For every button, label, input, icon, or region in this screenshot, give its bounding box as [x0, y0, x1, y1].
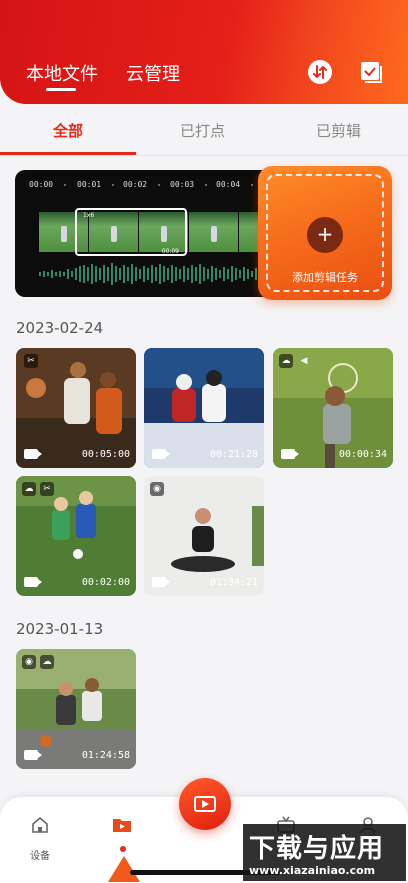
- app-header: 本地文件 云管理: [0, 0, 408, 104]
- filter-edited[interactable]: 已剪辑: [316, 120, 361, 141]
- record-dot-icon: ◉: [150, 482, 164, 496]
- active-tab-indicator: [46, 88, 76, 91]
- video-thumbnail[interactable]: ✂ 00:05:00: [16, 348, 136, 468]
- video-thumbnail[interactable]: ☁ ✂ 00:02:00: [16, 476, 136, 596]
- record-dot-icon: ◉: [22, 655, 36, 669]
- tab-local-files[interactable]: 本地文件: [26, 60, 98, 86]
- video-duration: 00:21:28: [209, 449, 258, 460]
- video-camera-icon: [281, 449, 299, 459]
- nav-device-label: 设备: [30, 851, 50, 862]
- section-date: 2023-02-24: [16, 319, 104, 337]
- sort-icon[interactable]: [308, 60, 332, 84]
- timecode: 00:01: [77, 180, 102, 189]
- tick-dot: [112, 184, 114, 186]
- active-nav-indicator: [108, 856, 140, 882]
- video-camera-icon: [24, 449, 42, 459]
- video-camera-icon: [24, 750, 42, 760]
- cloud-icon: ☁: [22, 482, 36, 496]
- filter-divider: [0, 155, 408, 156]
- tick-dot: [205, 184, 207, 186]
- plus-icon: +: [307, 217, 343, 253]
- audio-waveform: [39, 263, 285, 285]
- timecode: 00:03: [170, 180, 195, 189]
- add-edit-task-button[interactable]: + 添加剪辑任务: [258, 166, 392, 300]
- film-frame: [189, 212, 239, 252]
- clip-start-label: 1x6: [83, 212, 95, 219]
- record-button-icon: [194, 796, 216, 812]
- timecode: 00:02: [123, 180, 148, 189]
- clip-end-label: 00:09: [161, 248, 179, 255]
- video-thumbnail[interactable]: ☁ ◀ 00:00:34: [273, 348, 393, 468]
- add-edit-task-label: 添加剪辑任务: [292, 271, 358, 284]
- tick-dot: [64, 184, 66, 186]
- video-camera-icon: [152, 577, 170, 587]
- video-duration: 00:00:34: [338, 449, 387, 460]
- watermark-url: www.xiazainiao.com: [249, 864, 376, 877]
- marker-flag-icon: ◀: [300, 356, 308, 366]
- timecode: 00:04: [216, 180, 241, 189]
- watermark: 下载与应用 www.xiazainiao.com: [243, 824, 406, 881]
- scissors-icon: ✂: [24, 354, 38, 368]
- folder-play-icon: [113, 819, 131, 832]
- video-duration: 01:24:58: [81, 750, 130, 761]
- video-duration: 00:02:00: [81, 577, 130, 588]
- cloud-icon: ☁: [279, 354, 293, 368]
- nav-files[interactable]: [102, 815, 142, 839]
- section-date: 2023-01-13: [16, 620, 104, 638]
- filter-marked[interactable]: 已打点: [180, 120, 225, 141]
- clip-selection-handle[interactable]: 1x6 00:09: [75, 208, 187, 256]
- video-thumbnail[interactable]: ◉ 01:34:21: [144, 476, 264, 596]
- record-button[interactable]: [179, 778, 231, 830]
- cloud-icon: ☁: [40, 655, 54, 669]
- filter-tabs: 全部 已打点 已剪辑: [0, 104, 408, 156]
- multi-select-icon[interactable]: [359, 60, 383, 84]
- watermark-title: 下载与应用: [249, 834, 385, 864]
- active-nav-dot: [120, 846, 126, 852]
- video-duration: 01:34:21: [209, 577, 258, 588]
- filter-all[interactable]: 全部: [53, 120, 83, 141]
- video-thumbnail[interactable]: ◉ ☁ 01:24:58: [16, 649, 136, 769]
- scissors-icon: ✂: [40, 482, 54, 496]
- tick-dot: [158, 184, 160, 186]
- video-thumbnail[interactable]: 00:21:28: [144, 348, 264, 468]
- timecode: 00:00: [29, 180, 54, 189]
- video-duration: 00:05:00: [81, 449, 130, 460]
- tab-cloud-management[interactable]: 云管理: [126, 60, 180, 86]
- video-camera-icon: [152, 449, 170, 459]
- nav-device[interactable]: [20, 815, 60, 839]
- home-icon: [32, 816, 48, 833]
- video-camera-icon: [24, 577, 42, 587]
- tick-dot: [251, 184, 253, 186]
